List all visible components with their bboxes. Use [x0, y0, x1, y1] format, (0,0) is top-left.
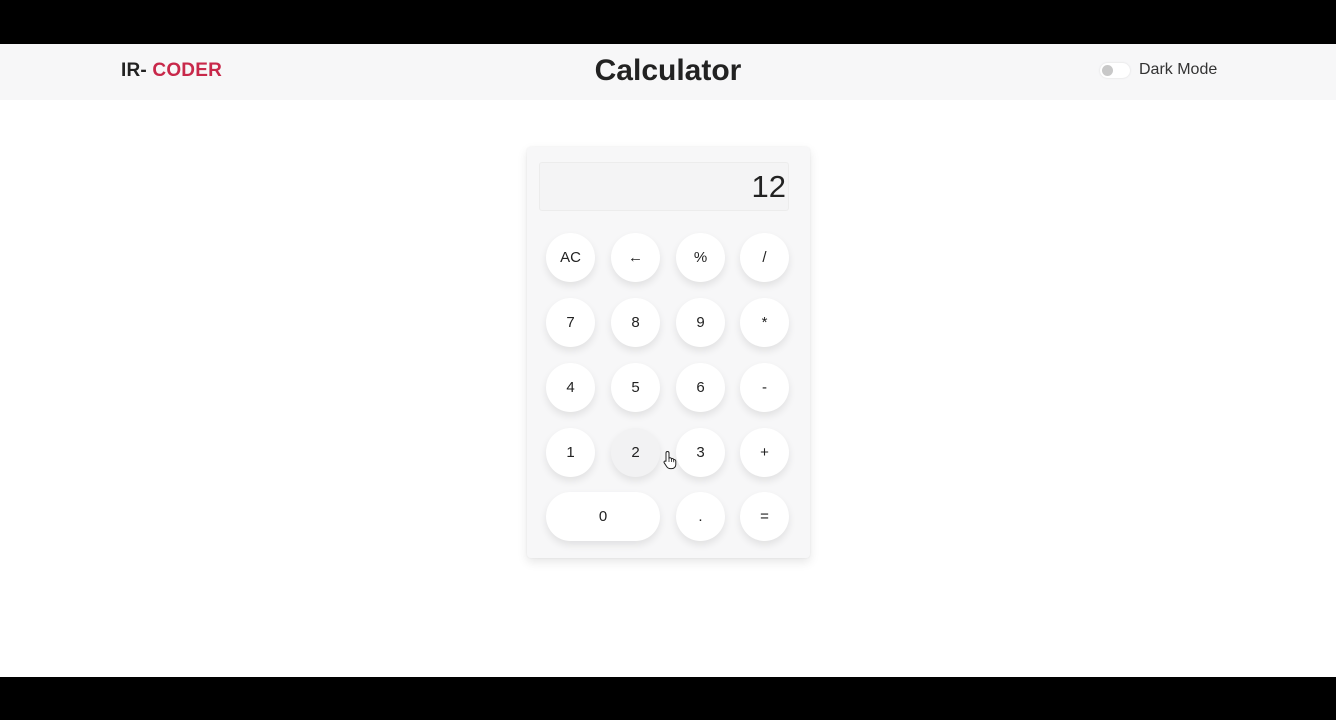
dark-mode-toggle[interactable]	[1100, 63, 1130, 78]
page: IR- CODER Calculator Dark Mode 12 AC ← %…	[0, 44, 1336, 677]
key-8[interactable]: 8	[611, 298, 660, 347]
page-title: Calculator	[594, 54, 742, 87]
key-7[interactable]: 7	[546, 298, 595, 347]
toggle-knob	[1102, 65, 1113, 76]
key-1[interactable]: 1	[546, 428, 595, 477]
key-percent[interactable]: %	[676, 233, 725, 282]
key-2[interactable]: 2	[611, 428, 660, 477]
hand-cursor-icon	[663, 450, 677, 470]
key-5[interactable]: 5	[611, 363, 660, 412]
calculator: 12 AC ← % / 7 8 9 * 4 5 6 - 1 2 3 + 0 . …	[527, 147, 810, 558]
key-6[interactable]: 6	[676, 363, 725, 412]
letterbox-bottom	[0, 677, 1336, 720]
key-0[interactable]: 0	[546, 492, 660, 541]
key-subtract[interactable]: -	[740, 363, 789, 412]
key-all-clear[interactable]: AC	[546, 233, 595, 282]
navbar: IR- CODER Calculator Dark Mode	[0, 44, 1336, 100]
dark-mode-label: Dark Mode	[1139, 61, 1218, 78]
key-3[interactable]: 3	[676, 428, 725, 477]
key-divide[interactable]: /	[740, 233, 789, 282]
letterbox-top	[0, 0, 1336, 44]
key-decimal[interactable]: .	[676, 492, 725, 541]
key-4[interactable]: 4	[546, 363, 595, 412]
key-equals[interactable]: =	[740, 492, 789, 541]
key-multiply[interactable]: *	[740, 298, 789, 347]
key-add[interactable]: +	[740, 428, 789, 477]
key-backspace[interactable]: ←	[611, 233, 660, 282]
calculator-display: 12	[539, 162, 789, 211]
key-9[interactable]: 9	[676, 298, 725, 347]
